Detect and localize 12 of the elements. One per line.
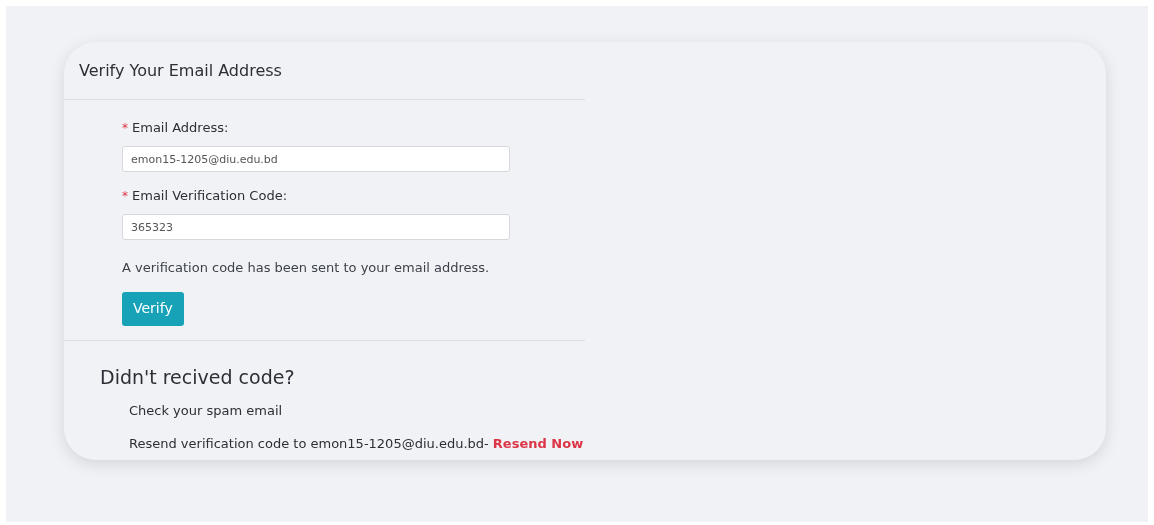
info-text: A verification code has been sent to your email address.	[122, 259, 491, 277]
resend-text: Resend verification code to emon15-1205@diu.edu.bd- Resend Now	[129, 434, 585, 453]
required-mark: *	[122, 119, 128, 137]
field-label: Email Address:	[132, 119, 229, 137]
resend-link[interactable]: Resend Now	[492, 435, 584, 451]
input-field[interactable]: 365323	[122, 214, 510, 240]
card-title: Verify Your Email Address	[79, 59, 282, 82]
help-heading: Didn't recived code?	[100, 364, 296, 390]
input-field[interactable]: emon15-1205@diu.edu.bd	[122, 146, 510, 172]
field-label: Email Verification Code:	[132, 187, 288, 205]
required-mark: *	[122, 187, 128, 205]
spam-tip: Check your spam email	[129, 402, 284, 420]
